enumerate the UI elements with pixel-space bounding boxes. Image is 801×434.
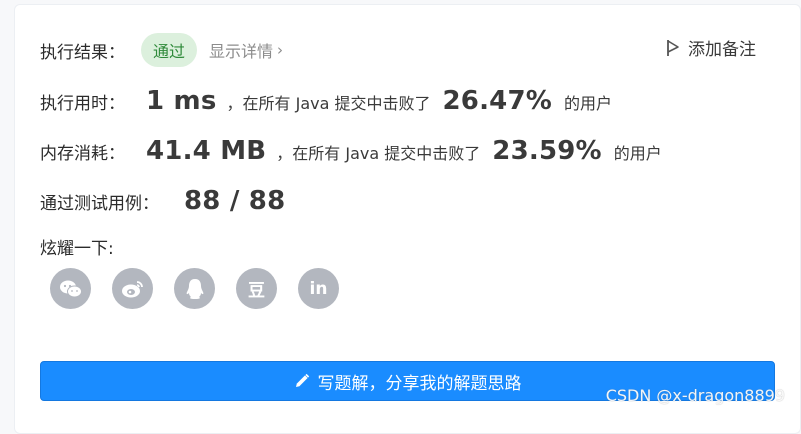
share-wechat-button[interactable] [50, 268, 91, 309]
memory-row: 内存消耗： 41.4 MB ，在所有 Java 提交中击败了 23.59% 的用… [40, 136, 662, 166]
memory-value: 41.4 MB [146, 136, 267, 166]
result-label: 执行结果： [40, 42, 125, 63]
add-note-label: 添加备注 [688, 40, 756, 60]
qq-icon [186, 278, 203, 299]
testcases-label: 通过测试用例： [40, 194, 159, 214]
share-douban-button[interactable]: 豆 [236, 268, 277, 309]
testcases-row: 通过测试用例： 88 / 88 [40, 186, 285, 216]
memory-percentile: 23.59% [492, 136, 602, 166]
flag-icon [667, 39, 679, 56]
runtime-tail-text: 的用户 [564, 94, 613, 113]
share-icons: 豆 in [50, 268, 339, 309]
memory-label: 内存消耗： [40, 144, 125, 164]
runtime-percentile: 26.47% [442, 86, 552, 116]
share-linkedin-button[interactable]: in [298, 268, 339, 309]
show-details-link[interactable]: 显示详情 › [209, 38, 283, 62]
memory-compare-text: ，在所有 Java 提交中击败了 [276, 144, 481, 163]
chevron-right-icon: › [277, 41, 284, 59]
runtime-label: 执行用时： [40, 94, 125, 114]
share-qq-button[interactable] [174, 268, 215, 309]
testcases-value: 88 / 88 [184, 186, 286, 216]
share-label: 炫耀一下: [40, 239, 114, 259]
write-solution-label: 写题解，分享我的解题思路 [317, 373, 522, 394]
linkedin-icon: in [309, 278, 328, 299]
wechat-icon [59, 280, 82, 297]
result-row: 执行结果： 通过 显示详情 › [40, 33, 283, 67]
share-weibo-button[interactable] [112, 268, 153, 309]
status-badge: 通过 [141, 33, 198, 67]
douban-icon: 豆 [248, 281, 265, 301]
runtime-value: 1 ms [146, 86, 217, 116]
runtime-row: 执行用时： 1 ms ，在所有 Java 提交中击败了 26.47% 的用户 [40, 86, 612, 116]
memory-tail-text: 的用户 [613, 144, 662, 163]
pencil-icon [295, 373, 309, 387]
add-note-button[interactable]: 添加备注 [666, 35, 756, 60]
weibo-icon [121, 280, 143, 297]
show-details-label: 显示详情 [209, 42, 274, 61]
runtime-compare-text: ，在所有 Java 提交中击败了 [226, 94, 431, 113]
submission-result-card: 执行结果： 通过 显示详情 › 添加备注 执行用时： 1 ms ，在所有 Jav… [14, 4, 801, 434]
watermark: CSDN @x-dragon8899 [605, 386, 785, 405]
